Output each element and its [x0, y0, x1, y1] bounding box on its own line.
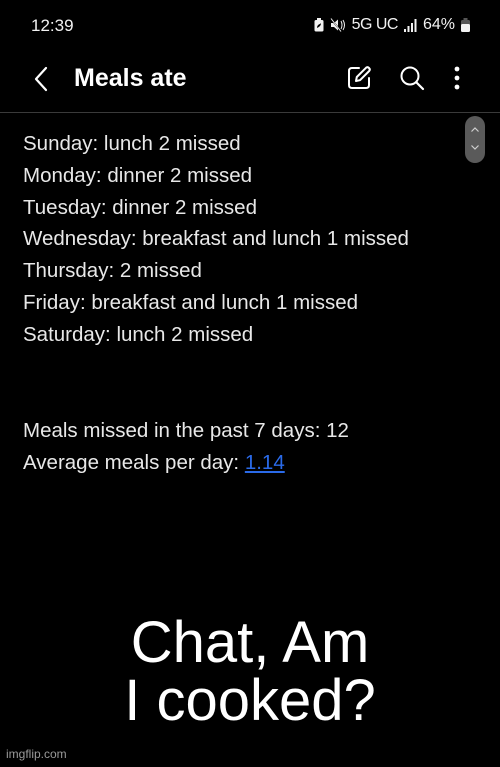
average-meals-label: Average meals per day:: [23, 450, 245, 474]
mute-icon: [329, 18, 346, 32]
note-line-sunday: Sunday: lunch 2 missed: [23, 132, 241, 155]
chevron-up-icon: [471, 127, 479, 132]
note-line-tuesday: Tuesday: dinner 2 missed: [23, 195, 257, 219]
average-meals-value-link[interactable]: 1.14: [245, 451, 285, 474]
caption-line-2: I cooked?: [124, 668, 376, 733]
battery-icon: [461, 18, 470, 32]
edit-icon: [348, 66, 371, 89]
note-line-saturday: Saturday: lunch 2 missed: [23, 322, 254, 346]
status-bar: 12:39 5G UC 64%: [0, 0, 500, 56]
more-vertical-icon: [454, 66, 460, 90]
search-icon: [400, 66, 425, 91]
battery-saver-icon: [314, 18, 324, 32]
back-button[interactable]: [28, 64, 56, 94]
meme-caption: Chat, Am I cooked?: [0, 614, 500, 730]
note-line-monday: Monday: dinner 2 missed: [23, 163, 253, 187]
note-line-friday: Friday: breakfast and lunch 1 missed: [23, 290, 358, 314]
page-title: Meals ate: [74, 64, 187, 92]
edit-button[interactable]: [344, 63, 374, 93]
note-summary: Meals missed in the past 7 days: 12 Aver…: [23, 415, 349, 479]
meals-missed-total: Meals missed in the past 7 days: 12: [23, 419, 349, 442]
battery-percent: 64%: [422, 16, 455, 33]
watermark: imgflip.com: [6, 747, 67, 761]
search-button[interactable]: [397, 63, 427, 93]
status-time: 12:39: [31, 16, 74, 35]
caption-line-1: Chat, Am: [130, 610, 370, 675]
average-meals-line: Average meals per day: 1.14: [23, 447, 349, 479]
chevron-down-icon: [471, 145, 479, 150]
status-icons: 5G UC 64%: [314, 16, 470, 34]
note-line-wednesday: Wednesday: breakfast and lunch 1 missed: [23, 227, 409, 251]
network-type: 5G UC: [351, 16, 399, 33]
signal-icon: [403, 18, 417, 32]
more-options-button[interactable]: [445, 63, 475, 93]
app-bar: Meals ate: [0, 56, 500, 110]
back-chevron-icon: [34, 66, 48, 92]
header-divider: [0, 112, 500, 113]
note-body[interactable]: Sunday: lunch 2 missed Monday: dinner 2 …: [23, 128, 463, 351]
note-line-thursday: Thursday: 2 missed: [23, 259, 202, 283]
scroll-handle[interactable]: [465, 116, 485, 163]
